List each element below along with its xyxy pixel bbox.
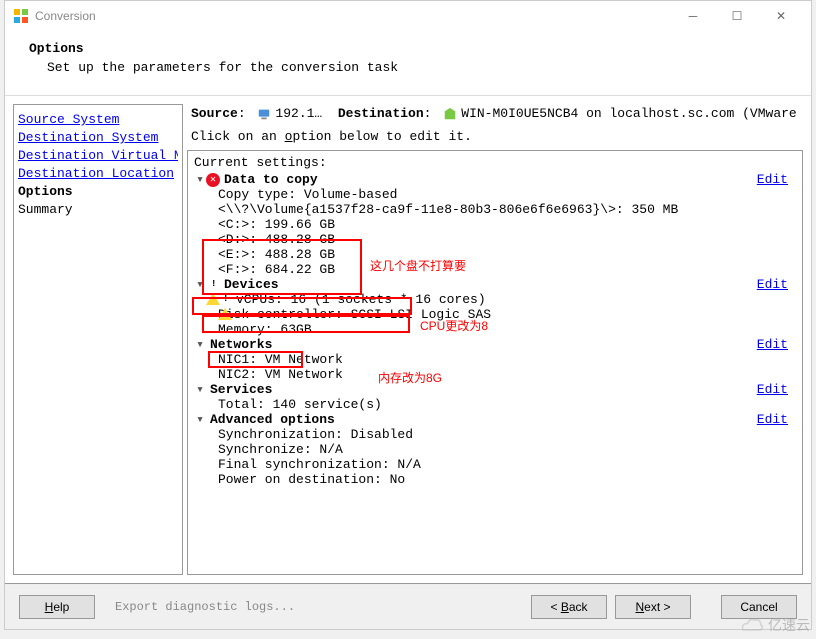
wizard-header: Options Set up the parameters for the co…	[5, 31, 811, 96]
collapse-icon: ▾	[194, 277, 206, 292]
edit-link-advanced[interactable]: Edit	[757, 412, 796, 427]
drive-c: <C:>: 199.66 GB	[194, 217, 796, 232]
sidebar-item-destination-location[interactable]: Destination Location	[18, 165, 178, 183]
edit-link-networks[interactable]: Edit	[757, 337, 796, 352]
watermark: 亿速云	[738, 615, 810, 635]
back-button[interactable]: < Back	[531, 595, 607, 619]
adv-sync: Synchronization: Disabled	[194, 427, 796, 442]
sidebar-item-destination-system[interactable]: Destination System	[18, 129, 178, 147]
adv-power-on: Power on destination: No	[194, 472, 796, 487]
help-button[interactable]: Help	[19, 595, 95, 619]
drive-d: <D:>: 488.28 GB	[194, 232, 796, 247]
section-advanced[interactable]: ▾ Advanced options Edit	[194, 412, 796, 427]
warning-icon	[218, 293, 232, 307]
section-networks[interactable]: ▾ Networks Edit	[194, 337, 796, 352]
collapse-icon: ▾	[194, 412, 206, 427]
destination-icon	[443, 107, 457, 121]
disk-controller: Disk controller: SCSI LSI Logic SAS	[194, 307, 796, 322]
next-button[interactable]: Next >	[615, 595, 691, 619]
sidebar-item-summary[interactable]: Summary	[18, 201, 178, 219]
volume-guid: <\\?\Volume{a1537f28-ca9f-11e8-80b3-806e…	[194, 202, 796, 217]
drive-e: <E:>: 488.28 GB	[194, 247, 796, 262]
adv-synchronize: Synchronize: N/A	[194, 442, 796, 457]
adv-final-sync: Final synchronization: N/A	[194, 457, 796, 472]
destination-value: WIN-M0I0UE5NCB4 on localhost.sc.com (VMw…	[461, 106, 803, 121]
section-data-to-copy[interactable]: ▾ ✕ Data to copy Edit	[194, 172, 796, 187]
sidebar-item-source-system[interactable]: Source System	[18, 111, 178, 129]
collapse-icon: ▾	[194, 172, 206, 187]
panel-caption: Current settings:	[194, 155, 796, 170]
source-destination-bar: Source: 192.1… Destination: WIN-M0I0UE5N…	[187, 104, 803, 129]
source-value: 192.1…	[275, 106, 322, 121]
services-total: Total: 140 service(s)	[194, 397, 796, 412]
minimize-button[interactable]: ─	[671, 1, 715, 31]
titlebar: Conversion ─ ☐ ✕	[5, 1, 811, 31]
collapse-icon: ▾	[194, 337, 206, 352]
warning-icon	[206, 278, 220, 292]
app-icon	[13, 8, 29, 24]
vcpus-line: vCPUs: 16 (1 sockets * 16 cores)	[194, 292, 796, 307]
sidebar-item-options: Options	[18, 183, 178, 201]
section-devices[interactable]: ▾ Devices Edit	[194, 277, 796, 292]
conversion-window: Conversion ─ ☐ ✕ Options Set up the para…	[4, 0, 812, 630]
maximize-button[interactable]: ☐	[715, 1, 759, 31]
footer-bar: Help Export diagnostic logs... < Back Ne…	[5, 583, 811, 629]
collapse-icon: ▾	[194, 382, 206, 397]
wizard-steps-sidebar: Source System Destination System Destina…	[13, 104, 183, 575]
drive-f: <F:>: 684.22 GB	[194, 262, 796, 277]
edit-link-data-to-copy[interactable]: Edit	[757, 172, 796, 187]
window-title: Conversion	[35, 9, 671, 23]
nic1: NIC1: VM Network	[194, 352, 796, 367]
memory-line: Memory: 63GB	[194, 322, 796, 337]
nic2: NIC2: VM Network	[194, 367, 796, 382]
edit-link-devices[interactable]: Edit	[757, 277, 796, 292]
sidebar-item-destination-virtual-machine[interactable]: Destination Virtual Machine	[18, 147, 178, 165]
edit-link-services[interactable]: Edit	[757, 382, 796, 397]
settings-panel: Current settings: ▾ ✕ Data to copy Edit …	[187, 150, 803, 575]
page-title: Options	[29, 41, 787, 56]
export-diagnostic-logs[interactable]: Export diagnostic logs...	[115, 600, 523, 614]
source-icon	[257, 107, 271, 121]
page-subtitle: Set up the parameters for the conversion…	[47, 60, 787, 75]
section-services[interactable]: ▾ Services Edit	[194, 382, 796, 397]
error-icon: ✕	[206, 173, 220, 187]
copy-type: Copy type: Volume-based	[194, 187, 796, 202]
close-button[interactable]: ✕	[759, 1, 803, 31]
instruction-text: Click on an option below to edit it.	[187, 129, 803, 150]
